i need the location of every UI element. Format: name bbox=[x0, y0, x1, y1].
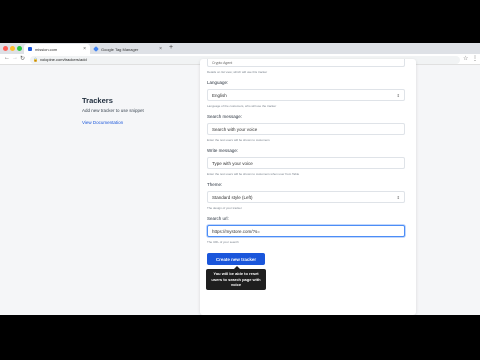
documentation-link[interactable]: View Documentation bbox=[82, 120, 123, 125]
browser-window: mission.com × Google Tag Manager × + ← →… bbox=[0, 43, 480, 315]
close-tab-icon[interactable]: × bbox=[159, 46, 162, 52]
page-title: Trackers bbox=[82, 96, 113, 105]
language-help: Language of the customers, who will use … bbox=[207, 104, 277, 108]
write-message-help: Enter the text users will be shown to cu… bbox=[207, 172, 300, 176]
url-text: volopine.com/trackers/add bbox=[40, 57, 87, 62]
write-message-label: Write message: bbox=[207, 148, 239, 153]
forward-icon[interactable]: → bbox=[12, 55, 18, 61]
close-window-button[interactable] bbox=[3, 46, 8, 51]
theme-value: Standard style (Left) bbox=[212, 194, 253, 200]
tab-label: Google Tag Manager bbox=[101, 46, 139, 52]
page-content: Trackers Add new tracker to use snippet … bbox=[0, 59, 480, 315]
site-favicon-icon bbox=[28, 47, 32, 51]
top-field[interactable]: Crypto Agent bbox=[207, 59, 405, 67]
language-value: English bbox=[212, 92, 227, 98]
top-field-help: Details on list view; which will use thi… bbox=[207, 70, 268, 74]
maximize-window-button[interactable] bbox=[17, 46, 22, 51]
tab-active[interactable]: mission.com × bbox=[24, 44, 90, 54]
search-url-input[interactable]: https://mystore.com/?s= bbox=[207, 225, 405, 237]
new-tab-button[interactable]: + bbox=[169, 44, 173, 51]
tab-bar: mission.com × Google Tag Manager × + bbox=[0, 43, 480, 54]
minimize-window-button[interactable] bbox=[10, 46, 15, 51]
select-caret-icon: ⇕ bbox=[396, 92, 400, 98]
bookmark-star-icon[interactable]: ☆ bbox=[463, 55, 468, 62]
search-url-value: https://mystore.com/?s= bbox=[212, 228, 260, 234]
tooltip: You will be able to reset users to searc… bbox=[206, 266, 266, 290]
close-tab-icon[interactable]: × bbox=[83, 46, 86, 52]
write-message-value: Type with your voice bbox=[212, 160, 253, 166]
create-tracker-button[interactable]: Create new tracker bbox=[207, 253, 265, 265]
top-field-value: Crypto Agent bbox=[212, 60, 233, 65]
page-description: Add new tracker to use snippet bbox=[82, 108, 144, 113]
search-message-value: Search with your voice bbox=[212, 126, 258, 132]
search-message-input[interactable]: Search with your voice bbox=[207, 123, 405, 135]
reload-icon[interactable]: ↻ bbox=[20, 55, 25, 62]
menu-icon[interactable]: ⋮ bbox=[472, 55, 478, 62]
theme-select[interactable]: Standard style (Left) ⇕ bbox=[207, 191, 405, 203]
tab-label: mission.com bbox=[35, 46, 58, 52]
search-url-label: Search url: bbox=[207, 216, 229, 221]
select-caret-icon: ⇕ bbox=[396, 194, 400, 200]
theme-help: The design of your tracker bbox=[207, 206, 242, 210]
tracker-form: Crypto Agent Details on list view; which… bbox=[200, 59, 416, 315]
lock-icon: 🔒 bbox=[33, 56, 38, 62]
search-message-help: Enter the text users will be shown to cu… bbox=[207, 138, 270, 142]
theme-label: Theme: bbox=[207, 182, 223, 187]
back-icon[interactable]: ← bbox=[4, 55, 10, 61]
search-message-label: Search message: bbox=[207, 114, 243, 119]
search-url-help: The URL of your search bbox=[207, 240, 239, 244]
tab-google-tag-manager[interactable]: Google Tag Manager × bbox=[90, 44, 166, 54]
language-select[interactable]: English ⇕ bbox=[207, 89, 405, 101]
gtm-favicon-icon bbox=[93, 46, 99, 52]
write-message-input[interactable]: Type with your voice bbox=[207, 157, 405, 169]
language-label: Language: bbox=[207, 80, 229, 85]
